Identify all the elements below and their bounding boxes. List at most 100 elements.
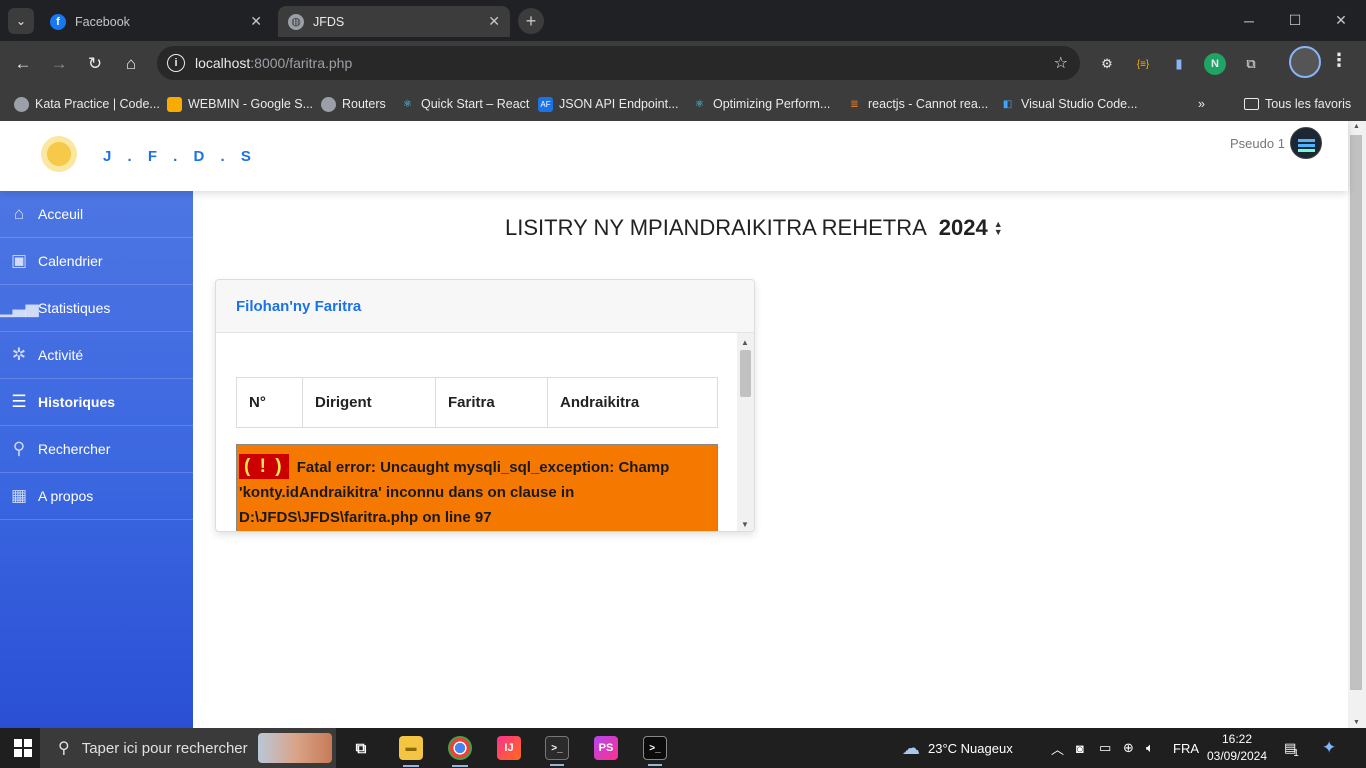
scrollbar-thumb[interactable] — [1350, 135, 1362, 690]
intellij-icon[interactable]: IJ — [497, 736, 521, 760]
tab-jfds[interactable]: ◍ JFDS ✕ — [278, 6, 510, 37]
sidebar-item-label: Rechercher — [38, 441, 111, 457]
site-info-icon[interactable]: i — [167, 54, 185, 72]
tab-facebook[interactable]: f Facebook ✕ — [40, 6, 272, 37]
sidebar-item-calendrier[interactable]: ▣ Calendrier — [0, 238, 193, 285]
faritra-card: Filohan'ny Faritra N° Dirigent Faritra A… — [215, 279, 755, 532]
sidebar-item-rechercher[interactable]: ⚲ Rechercher — [0, 426, 193, 473]
scroll-up-icon[interactable]: ▲ — [1353, 123, 1360, 130]
bookmark-label: Routers — [342, 97, 386, 111]
bookmark-label: Quick Start – React — [421, 97, 530, 111]
page-scrollbar[interactable]: ▲ ▼ — [1348, 121, 1366, 728]
bookmark-label: JSON API Endpoint... — [559, 97, 679, 111]
bookmark-item[interactable]: Kata Practice | Code... — [14, 94, 160, 114]
home-icon: ⌂ — [13, 204, 25, 223]
bookmark-item[interactable]: WEBMIN - Google S... — [167, 94, 313, 114]
sidebar-item-label: Historiques — [38, 394, 116, 410]
extension-docs-icon[interactable]: ▮ — [1168, 53, 1190, 75]
error-badge: ( ! ) — [239, 454, 289, 479]
task-view-icon[interactable]: ⧉ — [349, 736, 373, 760]
bookmark-item[interactable]: ⚛ Quick Start – React — [400, 94, 529, 114]
extensions-puzzle-icon[interactable]: ⧉ — [1240, 53, 1262, 75]
sidebar-item-activite[interactable]: ✲ Activité — [0, 332, 193, 379]
bookmark-label: Visual Studio Code... — [1021, 97, 1138, 111]
year-select[interactable]: 2024 — [939, 215, 988, 241]
copilot-icon[interactable]: ✦ — [1322, 728, 1336, 768]
file-explorer-icon[interactable]: ▬ — [399, 736, 423, 767]
network-icon[interactable]: ⊕ — [1123, 728, 1134, 768]
react-icon: ⚛ — [695, 98, 704, 110]
building-icon: ▦ — [10, 486, 28, 505]
close-icon[interactable]: ✕ — [250, 13, 262, 30]
close-icon[interactable]: ✕ — [488, 13, 500, 30]
card-title: Filohan'ny Faritra — [216, 280, 754, 333]
bookmark-item[interactable]: ⚛ Optimizing Perform... — [692, 94, 830, 114]
back-button[interactable]: ← — [9, 50, 37, 78]
scroll-down-icon[interactable]: ▼ — [741, 520, 749, 529]
tab-search-button[interactable]: ⌄ — [8, 8, 34, 34]
language-indicator[interactable]: FRA — [1173, 728, 1199, 768]
globe-icon: ◍ — [288, 13, 304, 30]
home-button[interactable]: ⌂ — [117, 50, 145, 78]
minimize-button[interactable]: ─ — [1226, 0, 1272, 41]
maximize-button[interactable]: ☐ — [1272, 0, 1318, 41]
api-icon: AF — [538, 96, 553, 112]
faritra-table: N° Dirigent Faritra Andraikitra — [236, 377, 718, 428]
bookmark-item[interactable]: Routers — [321, 94, 386, 114]
extension-n-icon[interactable]: N — [1204, 53, 1226, 75]
bookmark-item[interactable]: ≣ reactjs - Cannot rea... — [847, 94, 988, 114]
close-window-button[interactable]: ✕ — [1318, 0, 1364, 41]
browser-menu-icon[interactable]: ⋮ — [1330, 50, 1348, 71]
php-error-message: ( ! ) Fatal error: Uncaught mysqli_sql_e… — [236, 444, 718, 531]
phpstorm-icon[interactable]: PS — [594, 736, 618, 760]
bookmark-item[interactable]: AF JSON API Endpoint... — [538, 94, 679, 114]
weather-widget[interactable]: ☁ 23°C Nuageux — [902, 728, 1013, 768]
folder-icon — [1244, 98, 1259, 110]
notification-center[interactable]: ▤ 1 — [1284, 728, 1299, 768]
sidebar-item-statistiques[interactable]: ▁▃▅ Statistiques — [0, 285, 193, 332]
scroll-down-icon[interactable]: ▼ — [1353, 719, 1360, 726]
forward-button[interactable]: → — [45, 50, 73, 78]
brand-name[interactable]: J . F . D . S — [103, 148, 257, 165]
bookmarks-overflow-icon[interactable]: » — [1198, 94, 1205, 114]
scrollbar-thumb[interactable] — [740, 350, 751, 397]
volume-icon[interactable]: 🔈︎ — [1146, 728, 1154, 768]
notification-count: 1 — [1293, 747, 1299, 759]
history-icon: ☰ — [11, 392, 27, 411]
terminal-icon[interactable]: >_ — [545, 736, 569, 766]
user-avatar[interactable] — [1290, 127, 1322, 159]
chrome-icon[interactable] — [448, 736, 472, 767]
browser-toolbar: ← → ↻ ⌂ i localhost:8000/faritra.php ☆ ⚙… — [0, 41, 1366, 86]
sidebar-item-acceuil[interactable]: ⌂ Acceuil — [0, 191, 193, 238]
search-highlight-image — [258, 733, 332, 763]
battery-icon[interactable]: ▭ — [1099, 728, 1111, 768]
column-header-dirigent: Dirigent — [302, 377, 436, 428]
sidebar-item-a-propos[interactable]: ▦ A propos — [0, 473, 193, 520]
bookmark-star-icon[interactable]: ☆ — [1054, 53, 1068, 73]
extension-json-icon[interactable]: {≡} — [1132, 53, 1154, 75]
profile-avatar[interactable] — [1289, 46, 1321, 78]
column-header-andraikitra: Andraikitra — [547, 377, 718, 428]
sidebar-item-historiques[interactable]: ☰ Historiques — [0, 379, 193, 426]
camera-icon[interactable]: ◙ — [1076, 728, 1084, 768]
bookmark-label: WEBMIN - Google S... — [188, 97, 314, 111]
url-host: localhost — [195, 55, 251, 71]
taskbar-search-input[interactable]: ⚲ Taper ici pour rechercher — [40, 728, 336, 768]
scroll-up-icon[interactable]: ▲ — [741, 338, 749, 347]
all-bookmarks[interactable]: Tous les favoris — [1244, 94, 1351, 114]
reload-button[interactable]: ↻ — [81, 50, 109, 78]
new-tab-button[interactable]: + — [518, 8, 544, 34]
address-bar[interactable]: i localhost:8000/faritra.php ☆ — [157, 46, 1080, 80]
tray-overflow-icon[interactable]: ︿ — [1051, 728, 1064, 768]
system-clock[interactable]: 16:22 03/09/2024 — [1205, 731, 1269, 765]
bookmark-item[interactable]: ◧ Visual Studio Code... — [1000, 94, 1138, 114]
card-scrollbar[interactable]: ▲ ▼ — [737, 333, 754, 531]
sort-caret-icon[interactable]: ▲ ▼ — [994, 220, 1003, 237]
page-title: LISITRY NY MPIANDRAIKITRA REHETRA 2024 ▲… — [505, 215, 1003, 241]
taskbar: ⚲ Taper ici pour rechercher ⧉ ▬ IJ >_ PS… — [0, 728, 1366, 768]
user-name[interactable]: Pseudo 1 — [1230, 136, 1285, 151]
app-header: J . F . D . S Pseudo 1 — [0, 121, 1348, 191]
cmd-icon[interactable]: >_ — [643, 736, 667, 766]
extension-gear-icon[interactable]: ⚙ — [1096, 53, 1118, 75]
windows-start-icon[interactable] — [14, 739, 32, 757]
